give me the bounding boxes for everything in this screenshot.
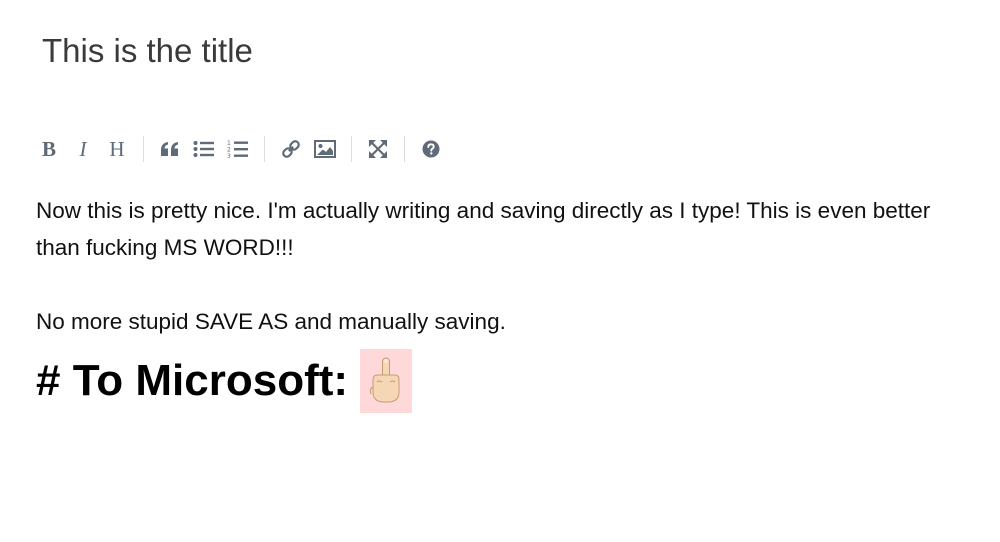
editor-paragraph: Now this is pretty nice. I'm actually wr… [36, 198, 931, 260]
unordered-list-button[interactable] [188, 133, 220, 165]
middle-finger-emoji-icon [369, 357, 400, 403]
help-icon [422, 140, 440, 158]
unordered-list-icon [193, 141, 214, 157]
title-input[interactable] [30, 22, 642, 80]
italic-button[interactable]: I [67, 133, 99, 165]
toolbar-separator [143, 136, 144, 162]
link-icon [282, 140, 300, 158]
fullscreen-button[interactable] [362, 133, 394, 165]
svg-text:3: 3 [227, 153, 231, 159]
bold-icon: B [41, 136, 56, 161]
heading-icon: H [109, 136, 125, 161]
quote-button[interactable] [154, 133, 186, 165]
quote-icon [161, 142, 178, 156]
toolbar-separator [264, 136, 265, 162]
editor-toolbar: B I H 1 2 3 [32, 132, 448, 166]
ordered-list-icon: 1 2 3 [227, 140, 248, 159]
image-icon [314, 140, 336, 158]
link-button[interactable] [275, 133, 307, 165]
middle-finger-emoji-highlight [360, 349, 413, 413]
image-button[interactable] [309, 133, 341, 165]
editor-heading-line: # To Microsoft: [36, 348, 956, 414]
fullscreen-icon [369, 140, 387, 158]
toolbar-separator [404, 136, 405, 162]
help-button[interactable] [415, 133, 447, 165]
italic-icon: I [79, 136, 87, 161]
editor-paragraph: No more stupid SAVE AS and manually savi… [36, 309, 506, 334]
markdown-editor[interactable]: Now this is pretty nice. I'm actually wr… [36, 192, 956, 522]
editor-heading-text: # To Microsoft: [36, 356, 349, 405]
ordered-list-button[interactable]: 1 2 3 [222, 133, 254, 165]
toolbar-separator [351, 136, 352, 162]
heading-button[interactable]: H [101, 133, 133, 165]
bold-button[interactable]: B [33, 133, 65, 165]
